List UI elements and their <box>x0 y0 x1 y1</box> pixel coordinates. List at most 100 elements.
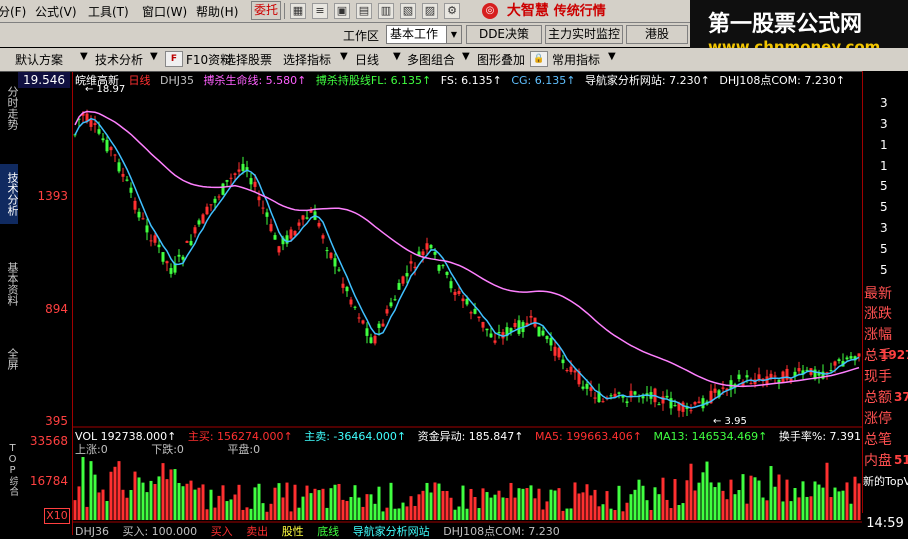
candle-body <box>601 401 605 403</box>
volume-bar <box>353 485 357 520</box>
volume-bar <box>601 504 605 520</box>
tab-tech-analysis[interactable]: 技术分析 <box>0 164 19 224</box>
candle-body <box>113 154 117 156</box>
f10-icon[interactable]: F <box>165 51 183 67</box>
settings-icon[interactable]: ⚙ <box>444 3 460 19</box>
volume-bar <box>273 487 277 520</box>
dde-decision-button[interactable]: DDE决策 <box>466 25 542 44</box>
chevron-down-icon[interactable]: ▼ <box>80 51 88 62</box>
volume-bar <box>409 496 413 520</box>
candle-body <box>561 359 565 364</box>
volume-bar <box>357 497 361 520</box>
volume-bar <box>757 480 761 520</box>
layout-icon[interactable]: ▤ <box>356 3 372 19</box>
volume-bar <box>841 490 845 520</box>
workspace-select[interactable]: 基本工作 ▼ <box>386 25 462 44</box>
volume-bar <box>633 489 637 520</box>
toolbar-select-stock[interactable]: 选择股票 <box>224 51 272 68</box>
chevron-down-icon[interactable]: ▼ <box>462 51 470 62</box>
menu-item-window[interactable]: 窗口(W) <box>142 3 187 20</box>
volume-bar <box>589 495 593 520</box>
chevron-down-icon[interactable]: ▼ <box>393 51 401 62</box>
candle-body <box>609 395 613 397</box>
news-ticker[interactable]: 新的TopV <box>863 473 908 489</box>
candle-body <box>421 251 425 256</box>
tab-top-composite[interactable]: TOP综合 <box>0 438 18 500</box>
volume-unit-button[interactable]: X10 <box>44 508 70 524</box>
menu-item-formula[interactable]: 公式(V) <box>35 3 77 20</box>
volume-bar <box>717 482 721 520</box>
candle-body <box>593 397 597 399</box>
candle-body <box>305 217 309 219</box>
volume-bar <box>777 474 781 520</box>
candle-body <box>697 401 701 404</box>
print-icon[interactable]: ▧ <box>400 3 416 19</box>
volume-bar <box>453 509 457 520</box>
window-icon[interactable]: ▣ <box>334 3 350 19</box>
toolbar-daily[interactable]: 日线 <box>355 51 379 68</box>
volume-bar <box>505 497 509 520</box>
toolbar-multi-chart[interactable]: 多图组合 <box>407 51 455 68</box>
volume-bar <box>165 479 169 520</box>
volume-bar <box>625 502 629 520</box>
lock-icon[interactable]: 🔒 <box>530 51 548 67</box>
stock-name: 皖维高新 <box>75 74 119 87</box>
volume-bar <box>209 489 213 520</box>
tab-fullscreen[interactable]: 全屏 <box>0 344 19 374</box>
candle-body <box>493 340 497 343</box>
candle-body <box>453 291 457 295</box>
toolbar-tech-analysis[interactable]: 技术分析 <box>95 51 143 68</box>
grid-icon[interactable]: ▥ <box>378 3 394 19</box>
kline-chart[interactable]: ← 18.97 ← 3.95 <box>73 72 862 535</box>
candle-body <box>129 187 133 193</box>
volume-bar <box>765 500 769 520</box>
volume-bar <box>473 497 477 520</box>
hk-stock-button[interactable]: 港股 <box>626 25 688 44</box>
menu-item-tools[interactable]: 工具(T) <box>88 3 129 20</box>
toolbar-common-indicator[interactable]: 常用指标 <box>552 51 600 68</box>
volume-bar <box>237 484 241 520</box>
menu-item-help[interactable]: 帮助(H) <box>196 3 238 20</box>
toolbar-select-indicator[interactable]: 选择指标 <box>283 51 331 68</box>
candle-body <box>341 283 345 288</box>
candle-body <box>413 266 417 269</box>
volume-bar <box>421 490 425 520</box>
candle-body <box>681 402 685 412</box>
volume-bar <box>77 486 81 520</box>
menu-item-file[interactable]: 分(F) <box>0 3 26 20</box>
export-icon[interactable]: ▨ <box>422 3 438 19</box>
brand-logo-icon: ◎ <box>482 3 498 19</box>
volume-bar <box>145 492 149 520</box>
list-icon[interactable]: ≡ <box>312 3 328 19</box>
volume-bar <box>381 511 385 520</box>
banner-title: 第一股票公式网 <box>708 12 863 37</box>
toolbar-overlay[interactable]: 图形叠加 <box>477 51 525 68</box>
volume-bar <box>173 469 177 520</box>
chart-icon[interactable]: ▦ <box>290 3 306 19</box>
bottom-indicator-item: 卖出 <box>246 525 269 538</box>
candle-body <box>409 261 413 264</box>
chart-canvas[interactable]: ← 18.97← 3.95 <box>73 72 862 535</box>
chevron-down-icon[interactable]: ▼ <box>150 51 158 62</box>
candle-body <box>325 250 329 252</box>
candle-body <box>189 241 193 246</box>
volume-value: MA13: 146534.469↑ <box>653 430 768 443</box>
volume-bar <box>521 488 525 520</box>
chevron-down-icon[interactable]: ▼ <box>446 26 461 43</box>
commission-button[interactable]: 委托 <box>251 1 281 20</box>
main-monitor-button[interactable]: 主力实时监控 <box>545 25 623 44</box>
candle-body <box>833 361 837 366</box>
volume-value: MA5: 199663.406↑ <box>535 430 642 443</box>
volume-bar <box>445 491 449 520</box>
volume-bar <box>773 486 777 520</box>
toolbar-default-scheme[interactable]: 默认方案 <box>15 51 63 68</box>
volume-bar <box>477 508 481 520</box>
volume-bar <box>797 497 801 520</box>
candle-body <box>425 243 429 250</box>
volume-bar <box>397 508 401 520</box>
chevron-down-icon[interactable]: ▼ <box>608 51 616 62</box>
tab-intraday[interactable]: 分时走势 <box>0 78 19 138</box>
tab-basic-info[interactable]: 基本资料 <box>0 254 19 314</box>
chevron-down-icon[interactable]: ▼ <box>340 51 348 62</box>
candle-body <box>541 330 545 336</box>
